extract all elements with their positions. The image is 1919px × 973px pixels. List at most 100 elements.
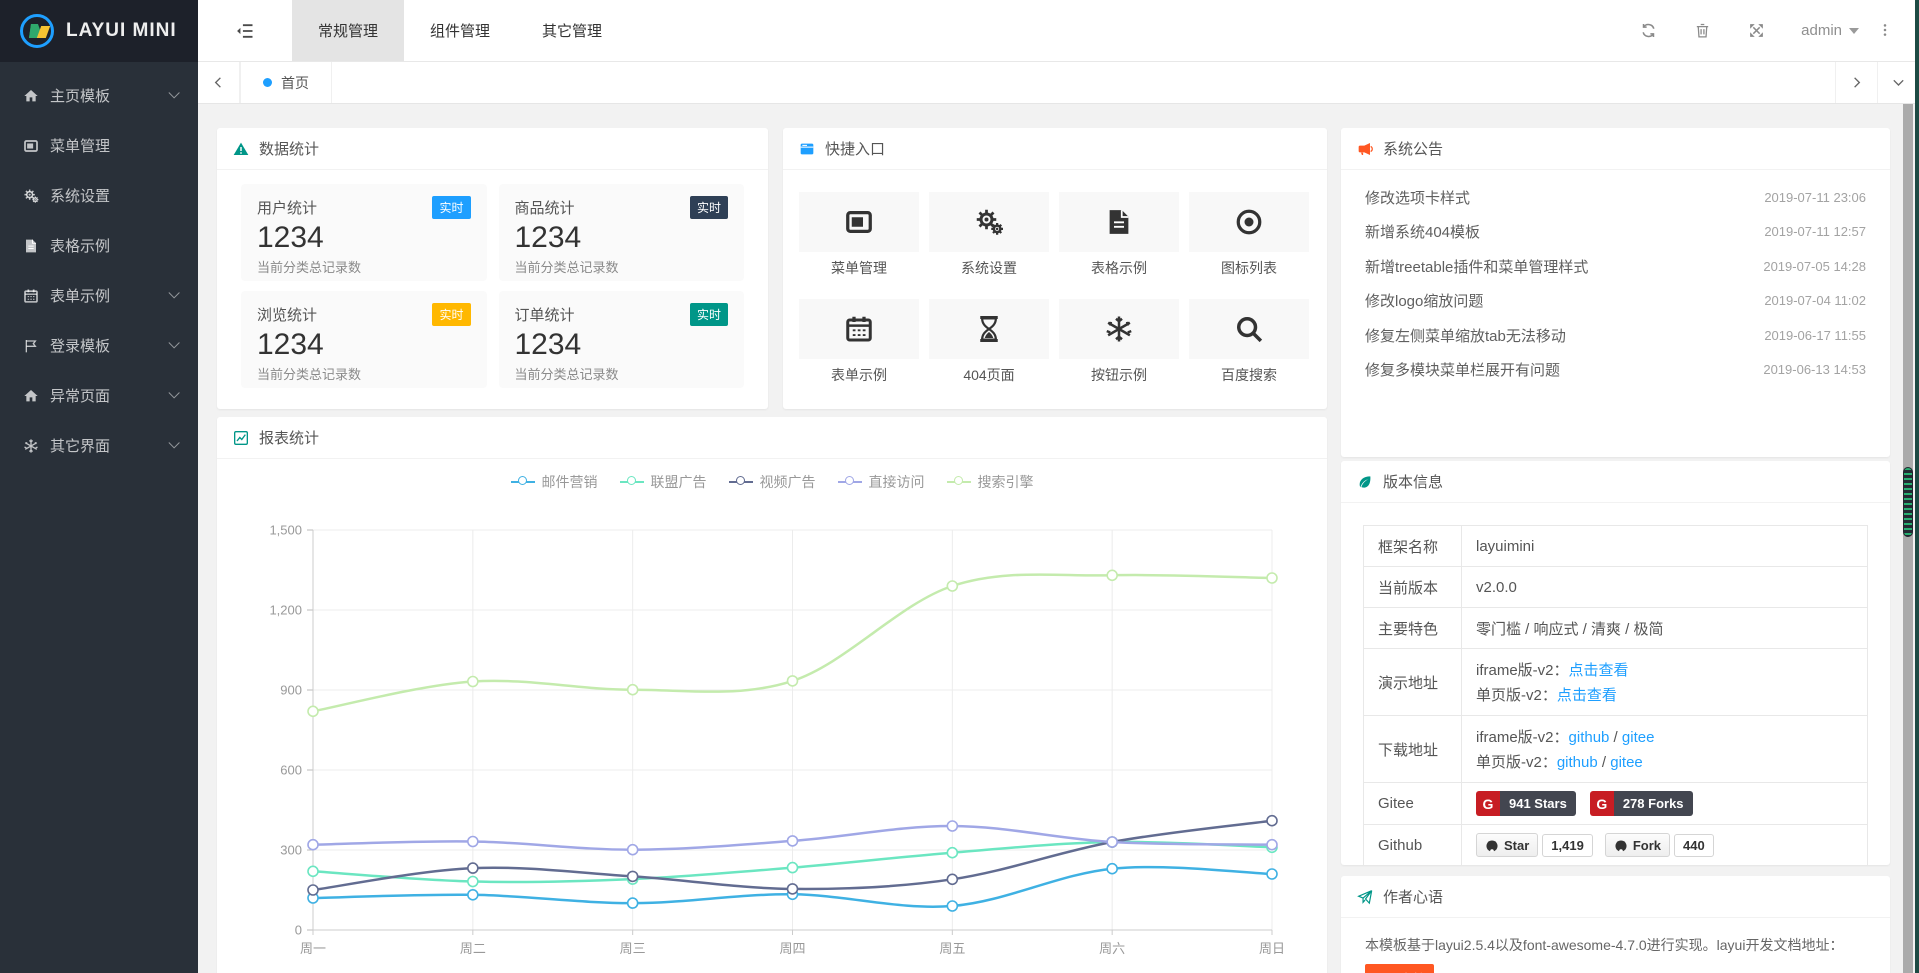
github-icon [1614, 837, 1628, 853]
quick-entry[interactable]: 百度搜索 [1189, 299, 1309, 385]
demo-onepage-link[interactable]: 点击查看 [1557, 687, 1617, 704]
github-fork-count[interactable]: 440 [1674, 834, 1714, 857]
realtime-badge: 实时 [690, 303, 728, 326]
chevron-down-icon [168, 287, 179, 298]
chevron-down-icon[interactable] [1877, 62, 1919, 103]
notice-item[interactable]: 修改选项卡样式 2019-07-11 23:06 [1365, 180, 1866, 215]
refresh-icon[interactable] [1621, 22, 1675, 40]
home-icon [20, 86, 42, 103]
calendar-icon [20, 286, 42, 303]
card-version-info: 版本信息 框架名称layuimini 当前版本v2.0.0 主要特色零门槛 / … [1341, 461, 1890, 865]
trash-icon[interactable] [1675, 22, 1729, 40]
hourglass-icon [974, 314, 1004, 344]
chevron-down-icon [168, 437, 179, 448]
card-title: 版本信息 [1383, 471, 1443, 492]
svg-text:周四: 周四 [779, 941, 805, 956]
sidebar-item[interactable]: 其它界面 [0, 420, 198, 470]
bullhorn-icon [1357, 140, 1373, 157]
svg-text:1,200: 1,200 [269, 603, 302, 618]
download-github-link[interactable]: github [1569, 729, 1610, 746]
stat-value: 1234 [515, 328, 729, 362]
svg-text:周三: 周三 [620, 941, 646, 956]
app-title: LAYUI MINI [66, 20, 177, 42]
sidebar-menu: 主页模板 菜单管理 系统设置 表格示例 表单示例 登录模板 [0, 62, 198, 470]
user-menu[interactable]: admin [1801, 22, 1859, 39]
quick-entry[interactable]: 按钮示例 [1059, 299, 1179, 385]
github-icon [1485, 837, 1499, 853]
svg-text:300: 300 [280, 843, 302, 858]
header-nav-tab[interactable]: 组件管理 [404, 0, 516, 61]
gears-icon [974, 207, 1004, 237]
window-icon [20, 136, 42, 153]
gitee-icon: G [1476, 791, 1500, 816]
expand-icon[interactable] [1729, 22, 1783, 40]
quick-entry[interactable]: 菜单管理 [799, 192, 919, 278]
layui-docs-badge[interactable]: layui文档 [1365, 964, 1434, 973]
quick-entry[interactable]: 表单示例 [799, 299, 919, 385]
card-system-notice: 系统公告 修改选项卡样式 2019-07-11 23:06 新增系统404模板 … [1341, 128, 1890, 457]
header-nav-tab[interactable]: 常规管理 [292, 0, 404, 61]
quick-entry[interactable]: 表格示例 [1059, 192, 1179, 278]
sidebar-item[interactable]: 菜单管理 [0, 120, 198, 170]
gitee-forks-badge[interactable]: G278 Forks [1590, 791, 1693, 816]
sidebar-item[interactable]: 表单示例 [0, 270, 198, 320]
username: admin [1801, 22, 1842, 39]
more-vert-icon[interactable] [1865, 22, 1905, 40]
svg-text:周日: 周日 [1259, 941, 1285, 956]
stat-box: 用户统计 实时 1234 当前分类总记录数 [241, 184, 487, 281]
warning-icon [233, 140, 249, 157]
framework-name: layuimini [1476, 538, 1853, 555]
quick-entry[interactable]: 404页面 [929, 299, 1049, 385]
sidebar-item[interactable]: 主页模板 [0, 70, 198, 120]
quick-entry[interactable]: 系统设置 [929, 192, 1049, 278]
page-tabbar: 首页 [198, 62, 1919, 104]
notice-item[interactable]: 新增treetable插件和菜单管理样式 2019-07-05 14:28 [1365, 249, 1866, 284]
line-chart: 03006009001,2001,500周一周二周三周四周五周六周日 [217, 417, 1327, 973]
header-nav-tab[interactable]: 其它管理 [516, 0, 628, 61]
dot-circle-icon [1234, 207, 1264, 237]
notice-item[interactable]: 修复多模块菜单栏展开有问题 2019-06-13 14:53 [1365, 353, 1866, 388]
gears-icon [20, 186, 42, 203]
download-gitee-link[interactable]: gitee [1622, 729, 1655, 746]
sidebar-item[interactable]: 异常页面 [0, 370, 198, 420]
outdent-icon[interactable] [198, 0, 292, 61]
scrollbar-track[interactable] [1903, 104, 1913, 973]
notice-item[interactable]: 修改logo缩放问题 2019-07-04 11:02 [1365, 284, 1866, 319]
card-quick-entry: 快捷入口 菜单管理 系统设置 表格示例 图标列表 表单示例 [783, 128, 1327, 409]
version-number: v2.0.0 [1476, 579, 1853, 596]
stat-value: 1234 [515, 221, 729, 255]
chevron-left-icon[interactable] [198, 62, 240, 103]
card-report-chart: 报表统计 邮件营销联盟广告视频广告直接访问搜索引擎 03006009001,20… [217, 417, 1327, 973]
chevron-down-icon [168, 387, 179, 398]
chevron-right-icon[interactable] [1835, 62, 1877, 103]
gitee-stars-badge[interactable]: G941 Stars [1476, 791, 1576, 816]
github-star-count[interactable]: 1,419 [1542, 834, 1593, 857]
notice-item[interactable]: 修复左侧菜单缩放tab无法移动 2019-06-17 11:55 [1365, 318, 1866, 353]
stat-box: 订单统计 实时 1234 当前分类总记录数 [499, 291, 745, 388]
card-title: 快捷入口 [825, 138, 885, 159]
notice-item[interactable]: 新增系统404模板 2019-07-11 12:57 [1365, 215, 1866, 250]
sidebar-item[interactable]: 登录模板 [0, 320, 198, 370]
github-star-button[interactable]: Star [1476, 833, 1538, 857]
leaf-icon [1357, 473, 1373, 490]
sidebar-item[interactable]: 表格示例 [0, 220, 198, 270]
sidebar-item[interactable]: 系统设置 [0, 170, 198, 220]
download-github-link[interactable]: github [1557, 754, 1598, 771]
header-nav: 常规管理组件管理其它管理 [292, 0, 628, 61]
github-fork-button[interactable]: Fork [1605, 833, 1670, 857]
download-gitee-link[interactable]: gitee [1610, 754, 1643, 771]
card-title: 数据统计 [259, 138, 319, 159]
demo-iframe-link[interactable]: 点击查看 [1569, 662, 1629, 679]
card-data-stats: 数据统计 用户统计 实时 1234 当前分类总记录数 商品统计 实时 1234 [217, 128, 768, 409]
card-title: 系统公告 [1383, 138, 1443, 159]
scrollbar-thumb[interactable] [1903, 467, 1913, 537]
svg-text:900: 900 [280, 683, 302, 698]
file-icon [1104, 207, 1134, 237]
stat-box: 浏览统计 实时 1234 当前分类总记录数 [241, 291, 487, 388]
app-logo[interactable]: LAYUI MINI [0, 0, 198, 62]
quick-entry[interactable]: 图标列表 [1189, 192, 1309, 278]
sidebar: LAYUI MINI 主页模板 菜单管理 系统设置 表格示例 表单示例 [0, 0, 198, 973]
page-tab-home[interactable]: 首页 [240, 62, 332, 103]
main-content: 数据统计 用户统计 实时 1234 当前分类总记录数 商品统计 实时 1234 [198, 104, 1919, 973]
realtime-badge: 实时 [432, 196, 470, 219]
